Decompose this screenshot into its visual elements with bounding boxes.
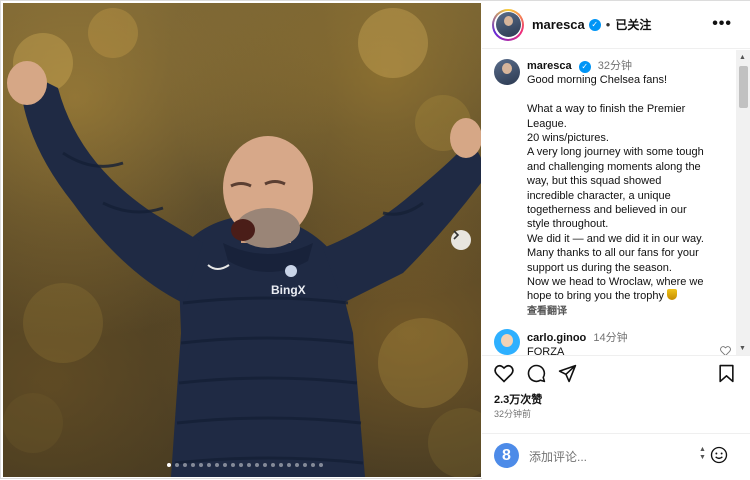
caption-line: incredible character, a unique [527,189,671,202]
carousel-dot [207,463,211,467]
caption-line: way, but this squad showed [527,175,662,188]
carousel-dot [199,463,203,467]
carousel-dot [295,463,299,467]
carousel-dot [271,463,275,467]
post-media[interactable]: BingX [3,3,481,477]
jacket-logo: BingX [271,283,306,297]
caption-body: maresca ✓ 32分钟 Good morning Chelsea fans… [527,59,737,319]
caption-line: and challenging moments along the [527,160,701,173]
caption-text: Good morning Chelsea fans! What a way to … [527,73,737,303]
scrollbar-thumb[interactable] [739,66,748,108]
carousel-dot [247,463,251,467]
carousel-dot [239,463,243,467]
bookmark-icon[interactable] [718,364,735,383]
like-count[interactable]: 2.3万次赞 [494,391,542,407]
current-user-avatar: 8 [494,443,519,468]
caption-avatar[interactable] [494,59,520,85]
input-spinner[interactable]: ▲ ▼ [699,446,706,462]
caption-line: Many thanks to all our fans for your [527,247,699,260]
commenter-avatar[interactable] [494,329,520,355]
comment-icon[interactable] [527,364,546,383]
chevron-right-icon [453,230,460,240]
comment-body: carlo.ginoo 14分钟 FORZA [527,331,628,356]
carousel-dot [167,463,171,467]
follow-status-button[interactable]: 已关注 [615,16,651,33]
emoji-icon[interactable] [710,446,728,464]
post-header: maresca ✓ • 已关注 ••• [482,1,750,49]
comments-list[interactable]: maresca ✓ 32分钟 Good morning Chelsea fans… [482,50,750,356]
comment-input[interactable]: 添加评论... [529,448,587,465]
scroll-down-icon[interactable]: ▼ [739,345,746,352]
caption-username[interactable]: maresca [527,60,572,72]
carousel-dot [303,463,307,467]
caption-line: League. [527,117,567,130]
caption-line: We did it — and we did it in our way. [527,232,704,245]
carousel-dot [175,463,179,467]
share-icon[interactable] [558,364,577,383]
comment-text: FORZA [527,346,565,356]
caption-line: Now we head to Wroclaw, where we [527,276,704,289]
caption-line: hope to bring you the trophy [527,289,737,303]
action-bar [494,364,738,386]
caption-line: What a way to finish the Premier [527,103,686,116]
carousel-indicator [167,463,323,467]
trophy-icon [667,289,678,301]
carousel-dot [183,463,187,467]
caption-line: Good morning Chelsea fans! [527,74,668,87]
caption-line: A very long journey with some tough [527,146,704,159]
carousel-dot [287,463,291,467]
commenter-username[interactable]: carlo.ginoo [527,332,586,344]
post-sidebar: maresca ✓ • 已关注 ••• maresca ✓ 32分钟 Good … [482,1,750,480]
verified-badge-icon: ✓ [578,61,591,74]
scroll-up-icon[interactable]: ▲ [739,54,746,61]
caption-line: 20 wins/pictures. [527,132,609,145]
verified-badge-icon: ✓ [588,18,601,31]
caption-line: togetherness and believed in our [527,204,687,217]
more-dots-icon[interactable]: ••• [712,15,732,33]
coach-photo: BingX [3,8,481,477]
heart-icon[interactable] [494,364,514,383]
caption-line: style throughout. [527,218,609,231]
caption-time: 32分钟 [597,60,633,72]
comment-like-icon[interactable] [720,346,731,356]
carousel-dot [311,463,315,467]
header-separator: • [605,17,611,32]
post-dialog: BingX maresca ✓ • 已关注 ••• maresca ✓ 32分钟… [0,0,750,480]
carousel-dot [191,463,195,467]
caption-line [527,88,737,102]
carousel-next-button[interactable] [451,230,471,250]
post-timestamp: 32分钟前 [494,409,532,419]
carousel-dot [263,463,267,467]
comments-scrollbar[interactable]: ▲ ▼ [736,50,750,355]
carousel-dot [231,463,235,467]
carousel-dot [255,463,259,467]
author-avatar[interactable] [492,8,524,41]
carousel-dot [279,463,283,467]
carousel-dot [215,463,219,467]
carousel-dot [223,463,227,467]
carousel-dot [319,463,323,467]
comment-composer: 8 添加评论... ▲ ▼ [482,433,750,479]
see-translation-link[interactable]: 查看翻译 [527,305,737,319]
comment-time: 14分钟 [593,332,628,344]
caption-line: support us during the season. [527,261,672,274]
author-username[interactable]: maresca [532,17,585,32]
